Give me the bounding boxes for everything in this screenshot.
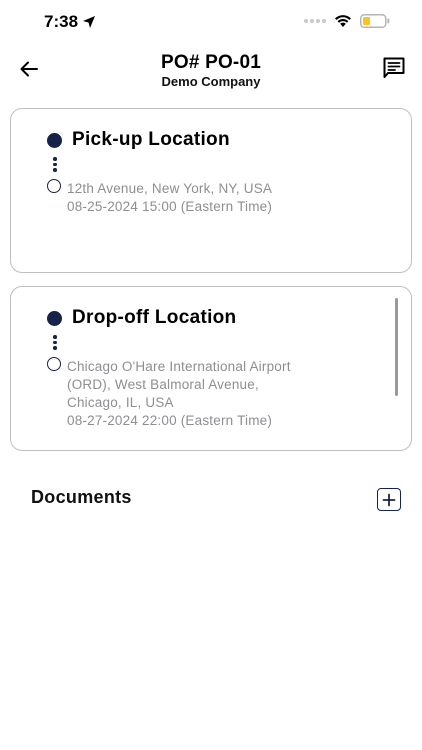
- add-document-button[interactable]: [377, 488, 401, 511]
- filled-dot-icon: [47, 132, 62, 148]
- plus-square-icon: [382, 493, 396, 506]
- location-arrow-icon: [83, 16, 96, 28]
- hollow-dot-icon: [47, 357, 61, 371]
- battery-icon: [360, 14, 390, 28]
- pickup-datetime: 08-25-2024 15:00 (Eastern Time): [67, 199, 273, 214]
- chat-button[interactable]: [380, 54, 408, 82]
- status-bar: 7:38: [0, 0, 422, 44]
- status-time: 7:38: [44, 12, 96, 32]
- dropoff-title-row: Drop-off Location: [47, 307, 236, 329]
- dropoff-card[interactable]: Drop-off Location Chicago O'Hare Interna…: [10, 286, 412, 451]
- status-right: [304, 14, 390, 28]
- scrollbar[interactable]: [395, 298, 398, 396]
- pickup-title: Pick-up Location: [72, 129, 230, 150]
- dropoff-title: Drop-off Location: [72, 307, 237, 328]
- dropoff-address-line: (ORD), West Balmoral Avenue,: [67, 377, 259, 392]
- dropoff-datetime: 08-27-2024 22:00 (Eastern Time): [67, 413, 273, 428]
- pickup-card[interactable]: Pick-up Location 12th Avenue, New York, …: [10, 108, 412, 273]
- wifi-icon: [335, 15, 351, 27]
- chat-icon: [383, 57, 405, 78]
- dropoff-address-line: Chicago O'Hare International Airport: [67, 359, 291, 374]
- vertical-dots-icon: [53, 335, 57, 350]
- status-time-text: 7:38: [44, 12, 79, 31]
- vertical-dots-icon: [53, 157, 57, 172]
- pickup-title-row: Pick-up Location: [47, 129, 230, 151]
- dropoff-address-line: Chicago, IL, USA: [67, 395, 174, 410]
- dropoff-address: Chicago O'Hare International Airport (OR…: [67, 358, 291, 430]
- pickup-address-line: 12th Avenue, New York, NY, USA: [67, 181, 273, 196]
- page-title: PO# PO-01: [160, 52, 261, 73]
- documents-title: Documents: [31, 487, 132, 507]
- nav-header: PO# PO-01 Demo Company: [0, 44, 422, 96]
- filled-dot-icon: [47, 310, 62, 326]
- cellular-signal-icon: [304, 19, 326, 23]
- hollow-dot-icon: [47, 179, 61, 193]
- company-name: Demo Company: [161, 74, 261, 89]
- pickup-address: 12th Avenue, New York, NY, USA 08-25-202…: [67, 180, 272, 216]
